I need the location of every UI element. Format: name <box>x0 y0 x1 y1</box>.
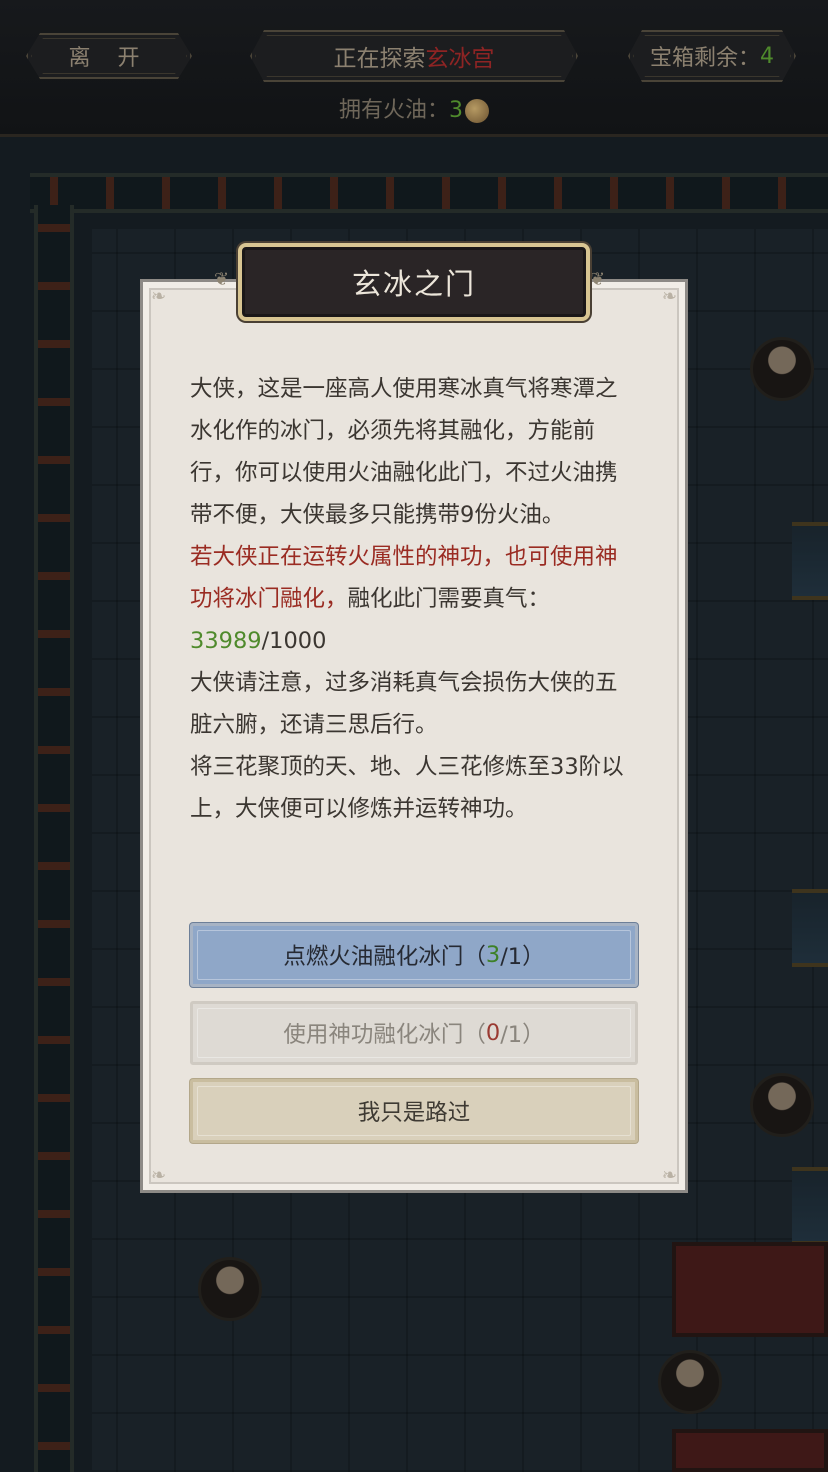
corner-ornament-icon: ❧ <box>661 1165 677 1186</box>
exploring-prefix: 正在探索 <box>333 46 426 72</box>
dialog-paragraph: 大侠请注意，过多消耗真气会损伤大侠的五脏六腑，还请三思后行。 <box>190 670 618 738</box>
dialog-title-plate: 玄冰之门 <box>238 243 590 321</box>
use-skill-label: 使用神功融化冰门（ <box>283 1022 486 1048</box>
exploring-location-banner: 正在探索 玄冰宫 <box>250 30 578 82</box>
ignite-oil-label: 点燃火油融化冰门（ <box>283 944 486 970</box>
ignite-oil-need: /1） <box>500 944 545 970</box>
just-passing-button[interactable]: 我只是路过 <box>190 1079 638 1143</box>
exploring-location: 玄冰宫 <box>425 46 495 72</box>
leave-button-label: 离 开 <box>68 46 150 71</box>
title-wing-icon: ❦ <box>590 269 606 290</box>
ignite-oil-have: 3 <box>485 942 501 968</box>
use-skill-button[interactable]: 使用神功融化冰门（ 0/1） <box>190 1001 638 1065</box>
just-passing-label: 我只是路过 <box>357 1100 471 1126</box>
corner-ornament-icon: ❧ <box>661 286 677 307</box>
leave-button[interactable]: 离 开 <box>26 33 192 79</box>
chest-remaining-banner: 宝箱剩余： 4 <box>628 30 796 82</box>
qi-required: /1000 <box>261 628 327 654</box>
corner-ornament-icon: ❧ <box>151 1165 167 1186</box>
use-skill-have: 0 <box>485 1020 501 1046</box>
dialog-paragraph: 大侠，这是一座高人使用寒冰真气将寒潭之水化作的冰门，必须先将其融化，方能前行，你… <box>190 376 618 528</box>
gourd-icon <box>465 99 489 123</box>
dialog-body: 大侠，这是一座高人使用寒冰真气将寒潭之水化作的冰门，必须先将其融化，方能前行，你… <box>190 368 638 830</box>
dialog-paragraph: 将三花聚顶的天、地、人三花修炼至33阶以上，大侠便可以修炼并运转神功。 <box>190 754 624 822</box>
qi-value-line: 33989/1000 <box>190 620 638 662</box>
dialog-paragraph: 若大侠正在运转火属性的神功，也可使用神功将冰门融化，融化此门需要真气： <box>190 536 638 620</box>
chest-prefix: 宝箱剩余： <box>649 46 760 71</box>
dialog-title: 玄冰之门 <box>351 267 476 301</box>
chest-count: 4 <box>760 43 774 69</box>
qi-required-label: 融化此门需要真气： <box>347 586 551 612</box>
qi-current: 33989 <box>190 628 262 654</box>
oil-prefix: 拥有火油： <box>338 98 449 123</box>
top-bar: 离 开 正在探索 玄冰宫 宝箱剩余： 4 拥有火油：3 <box>0 0 828 137</box>
title-wing-icon: ❦ <box>214 269 230 290</box>
oil-count: 3 <box>449 98 463 123</box>
oil-owned-line: 拥有火油：3 <box>0 92 828 124</box>
ignite-oil-button[interactable]: 点燃火油融化冰门（ 3/1） <box>190 923 638 987</box>
use-skill-need: /1） <box>500 1022 545 1048</box>
corner-ornament-icon: ❧ <box>151 286 167 307</box>
